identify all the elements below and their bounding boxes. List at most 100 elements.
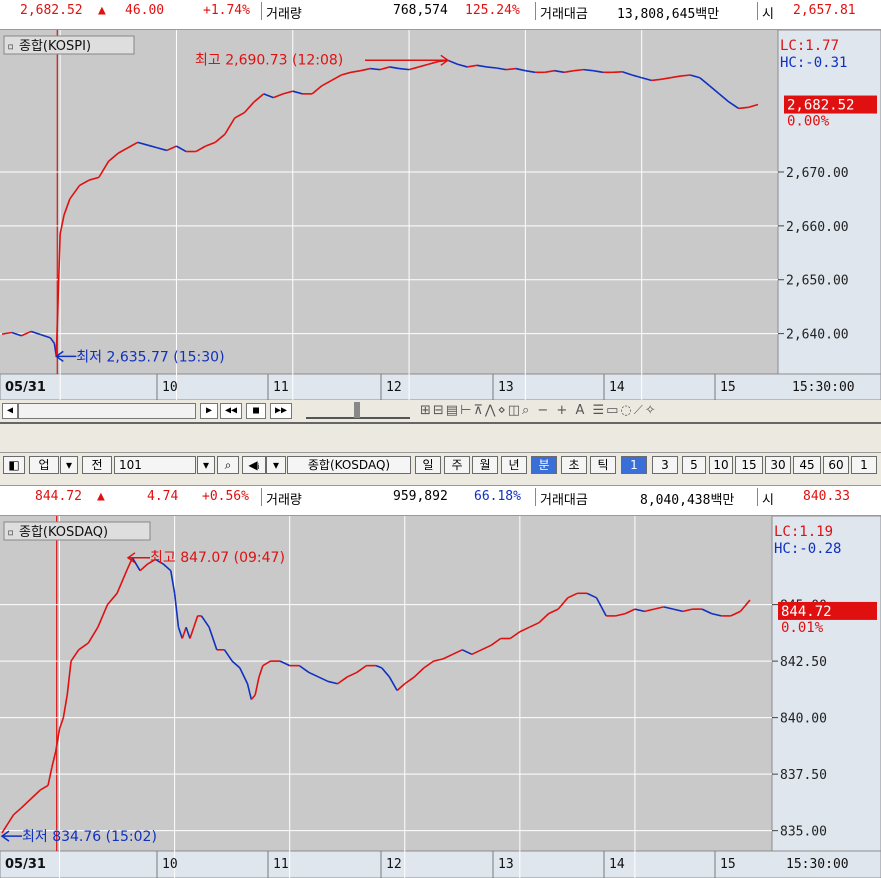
kospi-open: 2,657.81 [793, 3, 856, 18]
kospi-change: 46.00 [125, 3, 165, 18]
time-label: 15:30:00 [786, 857, 849, 872]
x-tick-label: 15 [720, 380, 736, 395]
kosdaq-amount-label: 거래대금 [540, 493, 588, 508]
interval-button-1[interactable]: 3 [652, 456, 678, 474]
y-tick-label: 2,640.00 [786, 328, 849, 343]
rewind-button[interactable]: ◀◀ [220, 403, 242, 419]
code-dropdown[interactable]: ▾ [197, 456, 215, 474]
scroll-left-button[interactable]: ◀ [2, 403, 18, 419]
code-input[interactable]: 101 [114, 456, 196, 474]
x-tick-label: 14 [609, 380, 625, 395]
x-tick-label: 13 [498, 380, 514, 395]
drawing-tools-icon[interactable]: ⊞⊟▤⊢⊼⋀⋄◫⌕ − + A ☰▭◌⟋✧ [420, 403, 875, 419]
chart-svg[interactable]: 835.00837.50840.00842.50845.0005/3110111… [0, 516, 881, 878]
layout-icon[interactable]: ◧ [3, 456, 25, 474]
interval-button-4[interactable]: 15 [735, 456, 763, 474]
kosdaq-volume-pct: 66.18% [474, 489, 521, 504]
kosdaq-open: 840.33 [803, 489, 850, 504]
checkbox-icon: ▫ [7, 525, 14, 539]
divider [261, 2, 262, 20]
kospi-amount-label: 거래대금 [540, 7, 588, 22]
scrollbar-track[interactable] [18, 403, 196, 419]
interval-button-8[interactable]: 1 [851, 456, 877, 474]
interval-button-6[interactable]: 45 [793, 456, 821, 474]
divider [261, 488, 262, 506]
kosdaq-change-pct: +0.56% [202, 489, 249, 504]
kosdaq-volume: 959,892 [393, 489, 448, 504]
interval-button-5[interactable]: 30 [765, 456, 791, 474]
up-triangle-icon: ▲ [98, 3, 106, 18]
stop-button[interactable]: ■ [246, 403, 266, 419]
y-tick-label: 842.50 [780, 655, 827, 670]
kospi-price: 2,682.52 [20, 3, 83, 18]
x-tick-label: 10 [162, 857, 178, 872]
x-tick-label: 10 [162, 380, 178, 395]
prev-button[interactable]: 전 [82, 456, 112, 474]
kospi-chart[interactable]: 2,640.00 2,650.00 2,660.00 2,670.00 05/31 10 1… [0, 30, 881, 400]
price-segment [612, 70, 623, 74]
interval-button-3[interactable]: 10 [709, 456, 733, 474]
high-annotation: 최고 2,690.73 (12:08) [195, 52, 343, 68]
kospi-volume: 768,574 [393, 3, 448, 18]
divider [535, 2, 536, 20]
period-tab-3[interactable]: 년 [501, 456, 527, 474]
sound-icon[interactable]: ◀ᵢ [242, 456, 266, 474]
scroll-right-button[interactable]: ▶ [200, 403, 218, 419]
period-tab-0[interactable]: 일 [415, 456, 441, 474]
period-tab-6[interactable]: 틱 [590, 456, 616, 474]
plot-area[interactable] [0, 30, 778, 374]
price-segment [680, 74, 691, 77]
x-tick-label: 12 [386, 380, 402, 395]
panel-gap [0, 422, 881, 452]
current-price: 2,682.52 [787, 98, 854, 114]
kospi-amount: 13,808,645백만 [617, 7, 720, 22]
market-type-dropdown[interactable]: ▾ [60, 456, 78, 474]
price-segment [573, 68, 584, 72]
sound-dropdown[interactable]: ▾ [266, 456, 286, 474]
market-type-select[interactable]: 업 [29, 456, 59, 474]
x-tick-label: 12 [386, 857, 402, 872]
kosdaq-quote-bar: 844.72 ▲ 4.74 +0.56% 거래량 959,892 66.18% … [0, 486, 881, 516]
zoom-handle[interactable] [354, 402, 360, 418]
interval-button-2[interactable]: 5 [682, 456, 706, 474]
kosdaq-toolbar: ◧ 업 ▾ 전 101 ▾ ⌕ ◀ᵢ ▾ 종합(KOSDAQ) 일주월년분초틱1… [0, 452, 881, 486]
period-tab-1[interactable]: 주 [444, 456, 470, 474]
time-axis [0, 850, 881, 878]
hc-label: HC:-0.31 [780, 55, 847, 71]
forward-button[interactable]: ▶▶ [270, 403, 292, 419]
y-tick-label: 2,670.00 [786, 166, 849, 181]
kospi-open-label: 시 [762, 7, 774, 22]
chart-svg[interactable]: 2,640.00 2,650.00 2,660.00 2,670.00 05/31 10 1… [0, 30, 881, 400]
interval-button-7[interactable]: 60 [823, 456, 849, 474]
x-tick-label: 11 [273, 857, 289, 872]
x-tick-label: 13 [498, 857, 514, 872]
kosdaq-amount: 8,040,438백만 [640, 493, 735, 508]
plot-area[interactable] [0, 516, 772, 851]
price-segment [486, 66, 497, 69]
kosdaq-volume-label: 거래량 [266, 493, 302, 508]
period-tab-5[interactable]: 초 [561, 456, 587, 474]
interval-button-0[interactable]: 1 [621, 456, 647, 474]
kosdaq-open-label: 시 [762, 493, 774, 508]
up-triangle-icon: ▲ [97, 489, 105, 504]
y-tick-label: 835.00 [780, 825, 827, 840]
price-axis [771, 516, 881, 852]
current-pct: 0.01% [781, 620, 824, 636]
search-icon[interactable]: ⌕ [217, 456, 239, 474]
y-tick-label: 837.50 [780, 768, 827, 783]
hc-label: HC:-0.28 [774, 541, 841, 557]
price-segment [738, 106, 749, 110]
x-tick-label: 11 [273, 380, 289, 395]
y-tick-label: 840.00 [780, 712, 827, 727]
period-tab-2[interactable]: 월 [472, 456, 498, 474]
time-axis [0, 373, 881, 400]
kosdaq-chart[interactable]: 835.00837.50840.00842.50845.0005/3110111… [0, 516, 881, 878]
kosdaq-price: 844.72 [35, 489, 82, 504]
period-tab-4[interactable]: 분 [531, 456, 557, 474]
lc-label: LC:1.77 [780, 38, 839, 54]
lc-label: LC:1.19 [774, 524, 833, 540]
kospi-change-pct: +1.74% [203, 3, 250, 18]
chart-scroll-strip: ◀ ▶ ◀◀ ■ ▶▶ ⊞⊟▤⊢⊼⋀⋄◫⌕ − + A ☰▭◌⟋✧ [0, 400, 881, 422]
series-title: 종합(KOSPI) [19, 39, 91, 54]
kospi-volume-label: 거래량 [266, 7, 302, 22]
